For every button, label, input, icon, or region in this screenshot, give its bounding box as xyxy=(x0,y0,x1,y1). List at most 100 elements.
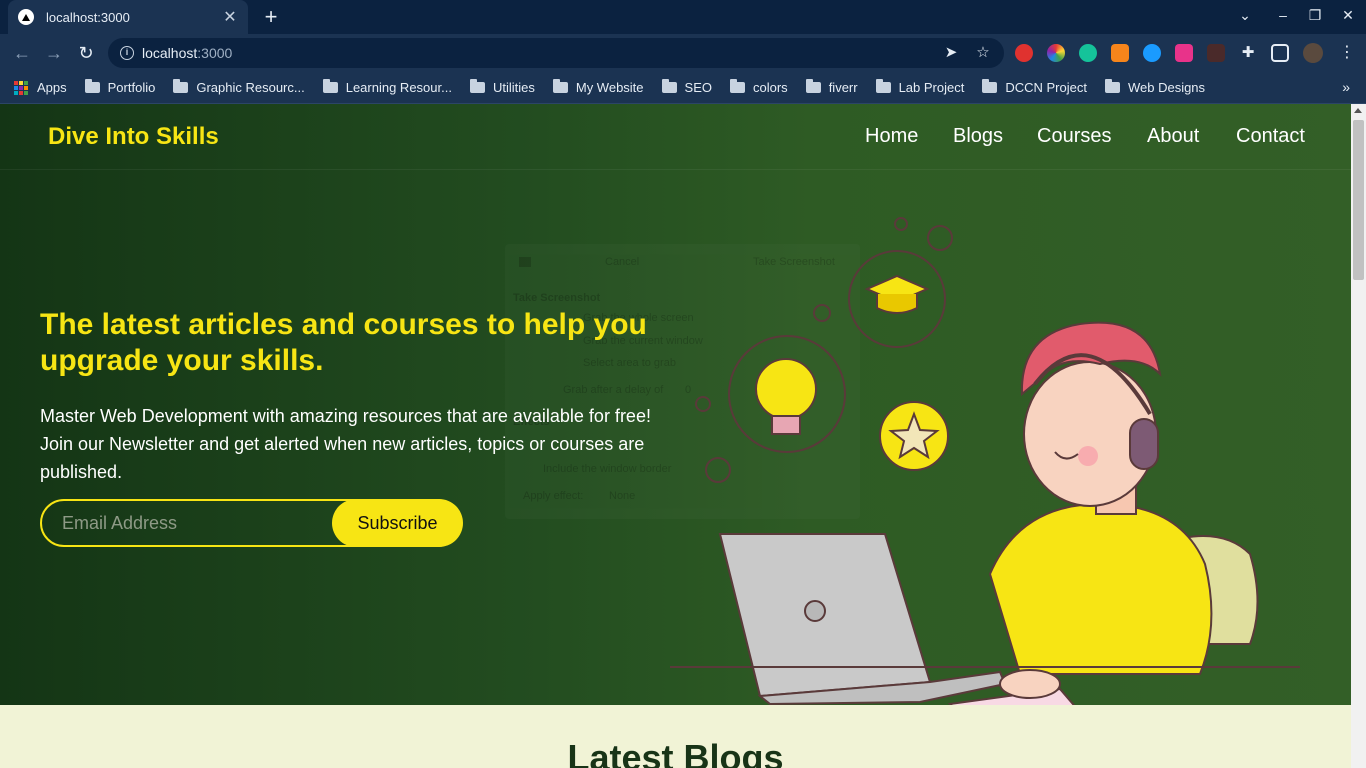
site-logo[interactable]: Dive Into Skills xyxy=(48,123,219,151)
deco-circle xyxy=(894,217,908,231)
new-tab-button[interactable]: + xyxy=(258,4,284,30)
reload-icon[interactable]: ↻ xyxy=(75,42,97,64)
deco-circle xyxy=(695,396,711,412)
address-bar[interactable]: i localhost :3000 ➤ ☆ xyxy=(108,38,1004,68)
newsletter-form: Subscribe xyxy=(40,499,463,547)
grammarly-icon[interactable] xyxy=(1079,44,1097,62)
page-viewport: Dive Into Skills Home Blogs Courses Abou… xyxy=(0,104,1351,768)
subscribe-button[interactable]: Subscribe xyxy=(332,499,463,547)
folder-icon xyxy=(552,79,568,93)
folder-icon xyxy=(805,79,821,93)
deco-circle xyxy=(813,304,831,322)
nextjs-favicon-icon xyxy=(18,9,34,25)
dialog-cancel: Cancel xyxy=(605,256,640,268)
extension-blue-icon[interactable] xyxy=(1143,44,1161,62)
tab-close-icon[interactable]: ✕ xyxy=(222,7,238,27)
nav-courses[interactable]: Courses xyxy=(1037,125,1111,148)
apps-grid-icon xyxy=(14,80,28,95)
forward-icon[interactable]: → xyxy=(43,42,65,64)
bookmark-fiverr[interactable]: fiverr xyxy=(805,79,858,95)
browser-tab[interactable]: localhost:3000 ✕ xyxy=(8,0,248,34)
folder-icon xyxy=(322,79,338,93)
restore-icon[interactable]: ❐ xyxy=(1305,7,1325,24)
person-hand xyxy=(999,669,1061,699)
close-window-icon[interactable]: ✕ xyxy=(1338,7,1358,24)
dialog-heading: Take Screenshot xyxy=(513,292,601,304)
extension-pink-icon[interactable] xyxy=(1175,44,1193,62)
color-picker-extension-icon[interactable] xyxy=(1047,44,1065,62)
bookmark-label: Learning Resour... xyxy=(345,80,452,95)
scroll-up-arrow-icon[interactable] xyxy=(1354,108,1362,113)
bookmarks-overflow-icon[interactable]: » xyxy=(1342,79,1350,95)
bookmark-my-website[interactable]: My Website xyxy=(552,79,644,95)
latest-blogs-title: Latest Blogs xyxy=(567,737,784,768)
folder-icon xyxy=(173,79,189,93)
bookmark-label: SEO xyxy=(684,80,712,95)
metamask-icon[interactable] xyxy=(1111,44,1129,62)
bookmark-web-designs[interactable]: Web Designs xyxy=(1104,79,1206,95)
person-with-laptop-illustration xyxy=(670,217,1300,739)
deco-circle xyxy=(705,457,731,483)
tab-title: localhost:3000 xyxy=(46,9,130,25)
email-input[interactable] xyxy=(42,501,342,545)
back-icon[interactable]: ← xyxy=(11,42,33,64)
browser-toolbar: ← → ↻ i localhost :3000 ➤ ☆ ✚ ⋮ xyxy=(0,34,1366,72)
menu-kebab-icon[interactable]: ⋮ xyxy=(1338,44,1356,62)
site-info-icon[interactable]: i xyxy=(120,46,134,60)
browser-titlebar: localhost:3000 ✕ + ⌄ – ❐ ✕ xyxy=(0,0,1366,34)
bookmark-label: Portfolio xyxy=(107,80,156,95)
bookmark-label: Web Designs xyxy=(1127,80,1206,95)
bookmark-label: fiverr xyxy=(828,80,858,95)
send-icon[interactable]: ➤ xyxy=(942,44,960,62)
folder-icon xyxy=(982,79,998,93)
nav-about[interactable]: About xyxy=(1147,125,1199,148)
url-host: localhost xyxy=(142,45,198,61)
scroll-thumb[interactable] xyxy=(1353,120,1364,280)
nav-blogs[interactable]: Blogs xyxy=(953,125,1003,148)
profile-avatar[interactable] xyxy=(1303,43,1323,63)
latest-blogs-section: Latest Blogs xyxy=(0,705,1351,768)
deco-circle xyxy=(927,225,953,251)
tab-search-icon[interactable]: ⌄ xyxy=(1235,7,1255,24)
extension-k-icon[interactable] xyxy=(1207,44,1225,62)
bookmark-label: Apps xyxy=(37,80,67,95)
bookmark-star-icon[interactable]: ☆ xyxy=(974,44,992,62)
bookmark-label: colors xyxy=(753,80,788,95)
extensions-puzzle-icon[interactable]: ✚ xyxy=(1239,44,1257,62)
hero-subtext: Master Web Development with amazing reso… xyxy=(40,406,651,482)
dialog-checkbox xyxy=(519,257,531,267)
hero-section: Dive Into Skills Home Blogs Courses Abou… xyxy=(0,104,1351,739)
bookmark-label: My Website xyxy=(575,80,644,95)
side-panel-icon[interactable] xyxy=(1271,44,1289,62)
bookmark-lab-project[interactable]: Lab Project xyxy=(875,79,965,95)
minimize-icon[interactable]: – xyxy=(1273,7,1293,23)
bookmarks-bar: Apps Portfolio Graphic Resourc... Learning … xyxy=(0,72,1366,104)
dialog-apply: Apply effect: xyxy=(523,490,584,502)
laptop-logo xyxy=(804,600,826,622)
person-body xyxy=(988,502,1213,675)
nav-home[interactable]: Home xyxy=(865,125,918,148)
folder-icon xyxy=(84,79,100,93)
folder-icon xyxy=(469,79,485,93)
folder-icon xyxy=(1104,79,1120,93)
bookmark-graphic-resourc[interactable]: Graphic Resourc... xyxy=(173,79,305,95)
bookmark-utilities[interactable]: Utilities xyxy=(469,79,535,95)
bookmark-label: Utilities xyxy=(492,80,535,95)
folder-icon xyxy=(661,79,677,93)
bookmark-dccn-project[interactable]: DCCN Project xyxy=(982,79,1087,95)
nav-contact[interactable]: Contact xyxy=(1236,125,1305,148)
page-scrollbar[interactable] xyxy=(1351,104,1366,768)
bookmark-apps[interactable]: Apps xyxy=(14,80,67,95)
bookmark-seo[interactable]: SEO xyxy=(661,79,712,95)
extension-red-icon[interactable] xyxy=(1015,44,1033,62)
dialog-apply-value: None xyxy=(609,490,636,502)
bookmark-learning-resour[interactable]: Learning Resour... xyxy=(322,79,452,95)
bookmark-label: Lab Project xyxy=(898,80,965,95)
folder-icon xyxy=(875,79,891,93)
bookmark-colors[interactable]: colors xyxy=(730,79,788,95)
site-navbar: Dive Into Skills Home Blogs Courses Abou… xyxy=(0,104,1351,170)
folder-icon xyxy=(730,79,745,93)
bookmark-label: DCCN Project xyxy=(1005,80,1087,95)
bookmark-portfolio[interactable]: Portfolio xyxy=(84,79,156,95)
dialog-delay: Grab after a delay of xyxy=(563,384,664,396)
